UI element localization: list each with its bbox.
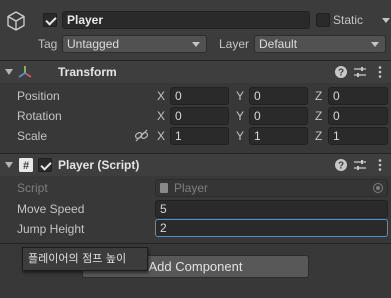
more-options-icon[interactable] [372,157,388,173]
tag-dropdown[interactable]: Untagged [62,35,207,53]
move-speed-label: Move Speed [17,202,85,216]
transform-title: Transform [58,65,117,79]
foldout-arrow-icon[interactable] [5,162,13,168]
active-toggle-checkbox[interactable] [43,13,57,27]
rotation-z-field[interactable]: 0 [328,107,388,125]
script-object-field: Player [155,179,388,197]
svg-text:#: # [23,160,29,172]
script-object-value: Player [174,181,209,195]
script-enabled-checkbox[interactable] [38,158,52,172]
scale-x-field[interactable]: 1 [170,127,229,145]
object-picker-icon[interactable] [373,183,383,193]
x-axis-label[interactable]: X [157,128,165,144]
rotation-label: Rotation [17,109,62,123]
jump-height-field[interactable]: 2 [155,219,388,237]
position-z-field[interactable]: 0 [328,87,388,105]
layer-dropdown-value: Default [259,37,298,51]
chevron-down-icon [192,42,200,47]
scale-z-field[interactable]: 1 [328,127,388,145]
y-axis-label[interactable]: Y [236,88,244,104]
static-checkbox[interactable] [316,13,330,27]
z-axis-label[interactable]: Z [315,128,322,144]
move-speed-field[interactable]: 5 [155,200,388,218]
layer-label: Layer [219,37,250,51]
chevron-down-icon [371,42,379,47]
static-dropdown-arrow-icon[interactable] [382,18,390,23]
svg-text:?: ? [338,161,344,172]
preset-sliders-icon[interactable] [352,157,368,173]
foldout-arrow-icon[interactable] [5,69,13,75]
cube-icon [7,11,25,31]
z-axis-label[interactable]: Z [315,88,322,104]
more-options-icon[interactable] [372,64,388,80]
jump-height-label: Jump Height [17,222,85,236]
csharp-script-icon: # [19,158,33,172]
script-file-icon [160,183,168,193]
y-axis-label[interactable]: Y [236,108,244,124]
preset-sliders-icon[interactable] [352,64,368,80]
transform-header[interactable]: Transform ? [0,61,391,83]
position-label: Position [17,89,60,103]
transform-axes-icon [18,66,32,78]
rotation-y-field[interactable]: 0 [249,107,308,125]
constrain-proportions-link-icon[interactable] [134,128,149,143]
static-label: Static [333,13,364,27]
tag-label: Tag [38,37,58,51]
x-axis-label[interactable]: X [157,108,165,124]
help-icon[interactable]: ? [333,64,349,80]
script-label: Script [17,181,48,195]
layer-dropdown[interactable]: Default [254,35,386,53]
svg-text:?: ? [338,68,344,79]
object-name-input[interactable]: Player [62,11,310,29]
divider [0,243,391,244]
x-axis-label[interactable]: X [157,88,165,104]
tag-dropdown-value: Untagged [67,37,120,51]
position-y-field[interactable]: 0 [249,87,308,105]
rotation-x-field[interactable]: 0 [170,107,229,125]
player-script-header[interactable]: # Player (Script) ? [0,154,391,176]
player-script-title: Player (Script) [58,158,140,172]
object-header: Player Static Tag Untagged Layer Default [0,0,391,60]
scale-y-field[interactable]: 1 [249,127,308,145]
z-axis-label[interactable]: Z [315,108,322,124]
scale-label: Scale [17,129,48,143]
position-x-field[interactable]: 0 [170,87,229,105]
y-axis-label[interactable]: Y [236,128,244,144]
tooltip: 플레이어의 점프 높이 [22,247,148,271]
help-icon[interactable]: ? [333,157,349,173]
